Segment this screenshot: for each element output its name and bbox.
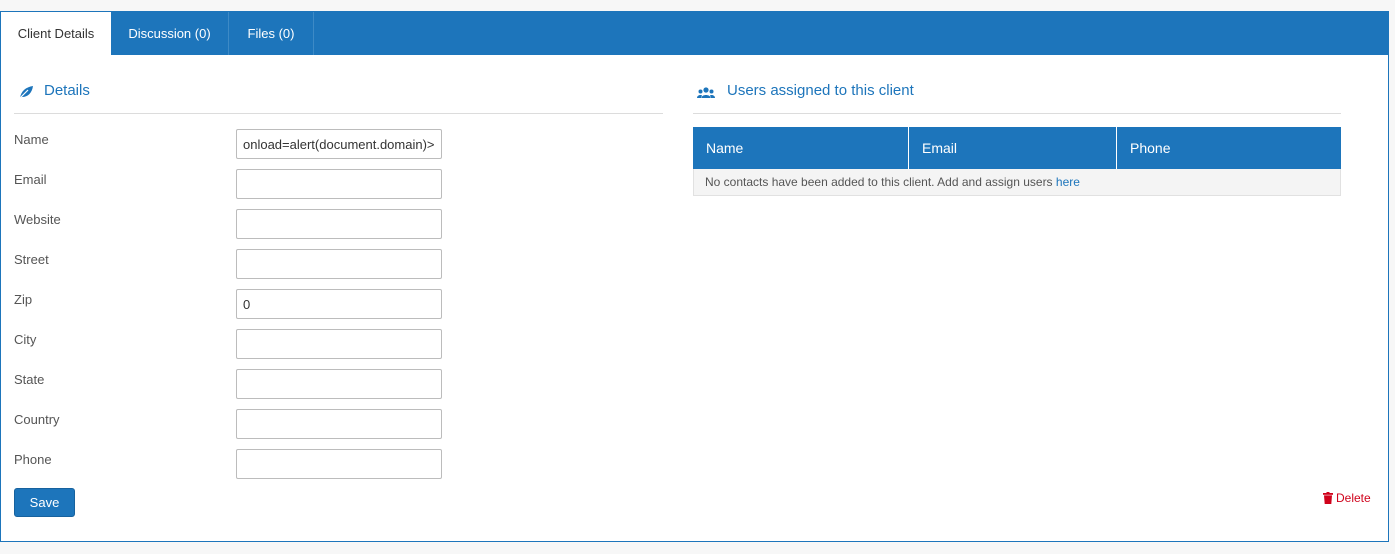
street-field[interactable] xyxy=(236,249,442,279)
users-icon xyxy=(697,87,715,98)
delete-button[interactable]: Delete xyxy=(1323,490,1371,506)
empty-message: No contacts have been added to this clie… xyxy=(705,175,1056,189)
website-label: Website xyxy=(14,212,61,227)
email-label: Email xyxy=(14,172,47,187)
users-table-header: Name Email Phone xyxy=(693,127,1341,169)
state-field[interactable] xyxy=(236,369,442,399)
column-header-phone[interactable]: Phone xyxy=(1116,127,1341,169)
assign-users-link[interactable]: here xyxy=(1056,175,1080,189)
zip-label: Zip xyxy=(14,292,33,307)
column-header-name[interactable]: Name xyxy=(693,127,908,169)
tab-files[interactable]: Files (0) xyxy=(229,12,314,55)
details-title: Details xyxy=(44,82,90,99)
users-title: Users assigned to this client xyxy=(727,82,914,99)
city-label: City xyxy=(14,332,37,347)
column-header-email[interactable]: Email xyxy=(908,127,1116,169)
country-field[interactable] xyxy=(236,409,442,439)
tab-client-details[interactable]: Client Details xyxy=(1,12,111,55)
save-button[interactable]: Save xyxy=(14,488,75,517)
users-empty-row: No contacts have been added to this clie… xyxy=(693,169,1341,196)
name-field[interactable] xyxy=(236,129,442,159)
phone-field[interactable] xyxy=(236,449,442,479)
website-field[interactable] xyxy=(236,209,442,239)
trash-icon xyxy=(1323,492,1333,504)
details-header: Details xyxy=(14,78,663,114)
tab-discussion[interactable]: Discussion (0) xyxy=(111,12,229,55)
client-panel: Client Details Discussion (0) Files (0) … xyxy=(0,11,1389,542)
city-field[interactable] xyxy=(236,329,442,359)
delete-label: Delete xyxy=(1336,491,1371,505)
phone-label: Phone xyxy=(14,452,52,467)
state-label: State xyxy=(14,372,45,387)
country-label: Country xyxy=(14,412,60,427)
zip-field[interactable] xyxy=(236,289,442,319)
users-header: Users assigned to this client xyxy=(693,78,1341,114)
tab-bar: Client Details Discussion (0) Files (0) xyxy=(1,12,1388,55)
street-label: Street xyxy=(14,252,49,267)
leaf-icon xyxy=(19,86,33,99)
name-label: Name xyxy=(14,132,49,147)
email-field[interactable] xyxy=(236,169,442,199)
